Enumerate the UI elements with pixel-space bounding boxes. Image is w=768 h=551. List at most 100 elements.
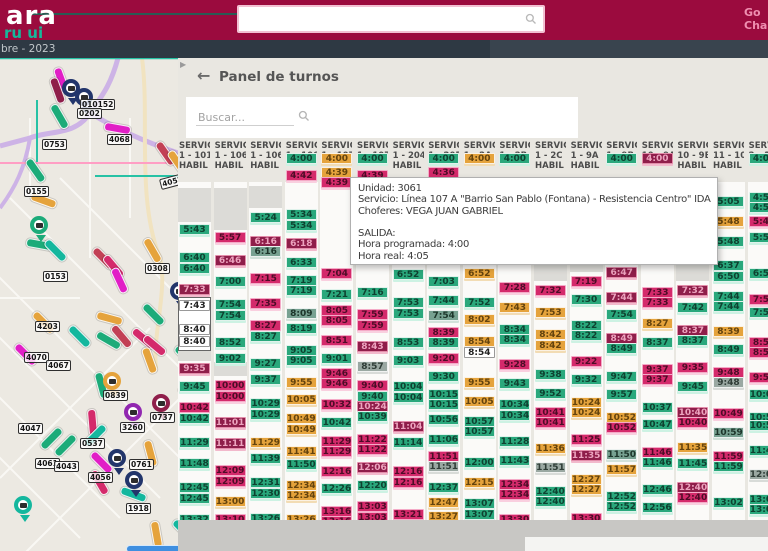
- time-cell[interactable]: 8:05: [321, 315, 353, 326]
- time-cell[interactable]: 12:27: [570, 484, 602, 495]
- time-cell[interactable]: 12:34: [285, 490, 317, 501]
- map-bottom-bar[interactable]: [126, 545, 178, 551]
- time-cell[interactable]: 11:45: [677, 458, 709, 469]
- time-cell[interactable]: 10:57: [463, 426, 495, 437]
- time-cell[interactable]: 10:49: [713, 408, 744, 419]
- time-cell[interactable]: 8:40: [179, 324, 210, 335]
- time-cell[interactable]: 11:41: [285, 446, 317, 457]
- time-cell[interactable]: 10:37: [641, 402, 673, 413]
- time-cell[interactable]: 11:39: [250, 453, 282, 464]
- global-search-box[interactable]: [237, 5, 545, 33]
- time-cell[interactable]: 7:42: [677, 302, 709, 313]
- time-cell[interactable]: 9:05: [285, 355, 317, 366]
- map-canvas[interactable]: 010152 0202 4068 0753 0155 4052 0153 0308 4203 40…: [0, 58, 178, 551]
- time-cell[interactable]: 12:40: [677, 492, 709, 503]
- time-cell[interactable]: 8:39: [428, 337, 460, 348]
- time-cell[interactable]: 9:37: [641, 374, 673, 385]
- time-cell[interactable]: 8:53: [392, 337, 424, 348]
- time-cell[interactable]: 5:43: [179, 224, 210, 235]
- time-cell[interactable]: 8:27: [250, 331, 282, 342]
- time-cell[interactable]: 10:32: [321, 399, 353, 410]
- bus-pin-icon[interactable]: [152, 394, 170, 420]
- time-cell[interactable]: 8:02: [463, 314, 495, 325]
- time-cell[interactable]: 6:40: [179, 263, 210, 274]
- time-cell[interactable]: 9:57: [606, 389, 638, 400]
- time-cell[interactable]: 9:45: [179, 381, 210, 392]
- time-cell[interactable]: 11:51: [535, 462, 566, 473]
- time-cell[interactable]: 11:50: [285, 459, 317, 470]
- time-cell[interactable]: 11:35: [677, 442, 709, 453]
- time-cell[interactable]: 7:50: [748, 294, 768, 305]
- time-cell[interactable]: 10:56: [428, 414, 460, 425]
- time-cell[interactable]: 12:00: [463, 457, 495, 468]
- time-cell[interactable]: 6:52: [392, 269, 424, 280]
- bus-pin-icon[interactable]: [124, 403, 142, 429]
- time-cell[interactable]: 8:54: [463, 336, 495, 347]
- time-cell[interactable]: 12:37: [428, 482, 460, 493]
- time-cell[interactable]: 7:44: [713, 301, 744, 312]
- time-cell[interactable]: 4:00: [641, 153, 673, 164]
- time-cell[interactable]: 7:59: [357, 320, 388, 331]
- bus-pin-icon[interactable]: [108, 449, 126, 475]
- time-cell[interactable]: 11:29: [250, 437, 282, 448]
- time-cell[interactable]: 4:00: [499, 153, 531, 164]
- time-cell[interactable]: 9:35: [677, 362, 709, 373]
- time-cell[interactable]: 10:47: [641, 419, 673, 430]
- time-cell[interactable]: 9:47: [606, 371, 638, 382]
- time-cell[interactable]: 11:28: [499, 436, 531, 447]
- time-cell[interactable]: 9:55: [463, 377, 495, 388]
- time-cell[interactable]: 12:56: [641, 502, 673, 513]
- time-cell[interactable]: 8:37: [677, 335, 709, 346]
- time-cell[interactable]: 13:21: [392, 509, 424, 520]
- time-cell[interactable]: 9:48: [713, 377, 744, 388]
- time-cell[interactable]: 13:07: [463, 509, 495, 520]
- time-cell[interactable]: 12:09: [214, 465, 246, 476]
- time-cell[interactable]: 7:53: [392, 297, 424, 308]
- time-cell[interactable]: 10:40: [677, 417, 709, 428]
- time-cell[interactable]: 7:44: [428, 295, 460, 306]
- time-cell[interactable]: 8:43: [357, 341, 388, 352]
- time-cell[interactable]: 8:19: [285, 323, 317, 334]
- time-cell[interactable]: 10:41: [535, 417, 566, 428]
- time-cell[interactable]: 7:59: [357, 309, 388, 320]
- time-cell[interactable]: 11:48: [179, 458, 210, 469]
- bus-pin-icon[interactable]: [125, 471, 143, 497]
- time-cell[interactable]: 10:01: [748, 389, 768, 400]
- time-cell[interactable]: 8:39: [713, 326, 744, 337]
- time-cell[interactable]: 6:47: [606, 267, 638, 278]
- time-cell[interactable]: 9:52: [535, 388, 566, 399]
- time-cell[interactable]: 4:39: [321, 177, 353, 188]
- time-cell[interactable]: 9:30: [428, 371, 460, 382]
- time-cell[interactable]: 10:29: [250, 409, 282, 420]
- time-cell[interactable]: 10:00: [214, 391, 246, 402]
- time-cell[interactable]: 4:00: [357, 153, 388, 164]
- time-cell[interactable]: 7:54: [214, 310, 246, 321]
- time-cell[interactable]: 10:04: [392, 381, 424, 392]
- time-cell[interactable]: 7:43: [179, 300, 210, 311]
- time-cell[interactable]: 9:46: [321, 378, 353, 389]
- time-cell[interactable]: 4:42: [285, 170, 317, 181]
- time-cell[interactable]: 12:15: [463, 477, 495, 488]
- time-cell[interactable]: 12:52: [606, 501, 638, 512]
- time-cell[interactable]: 11:36: [535, 443, 566, 454]
- panel-search-icon[interactable]: [298, 110, 310, 122]
- time-cell[interactable]: 4:00: [606, 153, 638, 164]
- time-cell[interactable]: 9:45: [677, 381, 709, 392]
- time-cell[interactable]: 11:35: [570, 450, 602, 461]
- time-cell[interactable]: 11:59: [713, 461, 744, 472]
- time-cell[interactable]: 6:33: [285, 257, 317, 268]
- time-cell[interactable]: 9:55: [285, 377, 317, 388]
- time-cell[interactable]: 11:51: [428, 461, 460, 472]
- time-cell[interactable]: 9:35: [179, 363, 210, 374]
- time-cell[interactable]: 7:21: [321, 289, 353, 300]
- time-cell[interactable]: 12:47: [428, 497, 460, 508]
- time-cell[interactable]: 6:46: [214, 255, 246, 266]
- time-cell[interactable]: 11:06: [428, 434, 460, 445]
- time-cell[interactable]: 8:27: [641, 318, 673, 329]
- time-cell[interactable]: 9:27: [250, 358, 282, 369]
- time-cell[interactable]: 7:44: [606, 292, 638, 303]
- time-cell[interactable]: 4:00: [463, 153, 495, 164]
- time-cell[interactable]: 4:00: [321, 153, 353, 164]
- time-cell[interactable]: 10:15: [428, 399, 460, 410]
- time-cell[interactable]: 12:34: [499, 489, 531, 500]
